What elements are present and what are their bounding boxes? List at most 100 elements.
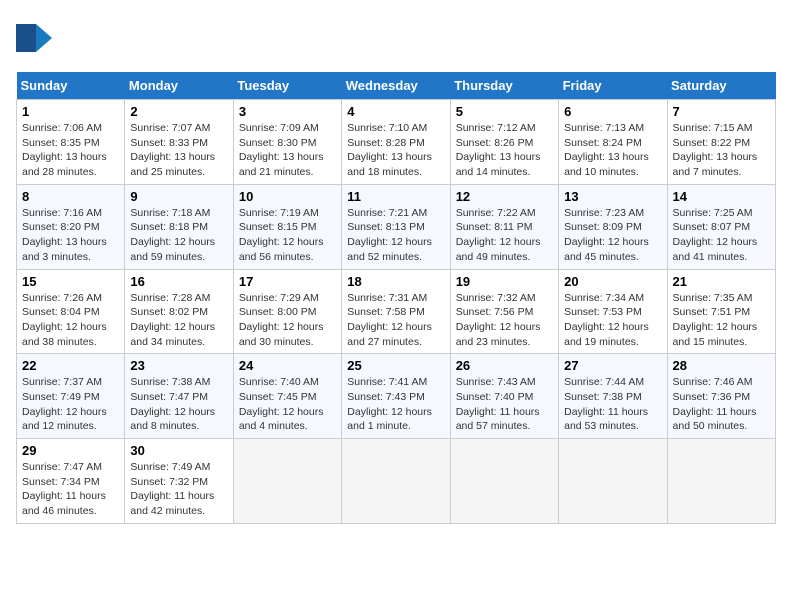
calendar-cell: 7 Sunrise: 7:15 AMSunset: 8:22 PMDaylight… [667, 100, 775, 185]
calendar-cell: 5 Sunrise: 7:12 AMSunset: 8:26 PMDaylight… [450, 100, 558, 185]
calendar-week-2: 8 Sunrise: 7:16 AMSunset: 8:20 PMDaylight… [17, 184, 776, 269]
calendar-cell: 21 Sunrise: 7:35 AMSunset: 7:51 PMDayligh… [667, 269, 775, 354]
day-info: Sunrise: 7:19 AMSunset: 8:15 PMDaylight:… [239, 206, 336, 265]
day-number: 29 [22, 443, 119, 458]
calendar-cell: 30Sunrise: 7:49 AMSunset: 7:32 PMDayligh… [125, 439, 233, 524]
day-number: 2 [130, 104, 227, 119]
day-number: 21 [673, 274, 770, 289]
day-info: Sunrise: 7:09 AMSunset: 8:30 PMDaylight:… [239, 121, 336, 180]
calendar-cell: 26 Sunrise: 7:43 AMSunset: 7:40 PMDayligh… [450, 354, 558, 439]
calendar-cell [559, 439, 667, 524]
day-info: Sunrise: 7:34 AMSunset: 7:53 PMDaylight:… [564, 291, 661, 350]
calendar-cell: 6Sunrise: 7:13 AMSunset: 8:24 PMDaylight… [559, 100, 667, 185]
calendar-cell: 29 Sunrise: 7:47 AMSunset: 7:34 PMDayligh… [17, 439, 125, 524]
day-number: 4 [347, 104, 444, 119]
day-number: 22 [22, 358, 119, 373]
calendar-cell: 25 Sunrise: 7:41 AMSunset: 7:43 PMDayligh… [342, 354, 450, 439]
day-info: Sunrise: 7:23 AMSunset: 8:09 PMDaylight:… [564, 206, 661, 265]
day-number: 8 [22, 189, 119, 204]
calendar-cell: 23 Sunrise: 7:38 AMSunset: 7:47 PMDayligh… [125, 354, 233, 439]
calendar-cell: 4 Sunrise: 7:10 AMSunset: 8:28 PMDaylight… [342, 100, 450, 185]
day-info: Sunrise: 7:10 AMSunset: 8:28 PMDaylight:… [347, 121, 444, 180]
day-number: 16 [130, 274, 227, 289]
page-header [16, 16, 776, 60]
day-number: 18 [347, 274, 444, 289]
day-number: 10 [239, 189, 336, 204]
weekday-header-thursday: Thursday [450, 72, 558, 100]
day-number: 14 [673, 189, 770, 204]
day-number: 6 [564, 104, 661, 119]
day-number: 11 [347, 189, 444, 204]
day-info: Sunrise: 7:49 AMSunset: 7:32 PMDaylight:… [130, 460, 227, 519]
calendar-week-5: 29 Sunrise: 7:47 AMSunset: 7:34 PMDayligh… [17, 439, 776, 524]
calendar-cell: 9Sunrise: 7:18 AMSunset: 8:18 PMDaylight… [125, 184, 233, 269]
calendar-cell [450, 439, 558, 524]
day-number: 7 [673, 104, 770, 119]
day-info: Sunrise: 7:31 AMSunset: 7:58 PMDaylight:… [347, 291, 444, 350]
day-number: 13 [564, 189, 661, 204]
logo-icon [16, 16, 52, 60]
calendar-week-4: 22 Sunrise: 7:37 AMSunset: 7:49 PMDayligh… [17, 354, 776, 439]
calendar-cell: 14 Sunrise: 7:25 AMSunset: 8:07 PMDayligh… [667, 184, 775, 269]
day-info: Sunrise: 7:47 AMSunset: 7:34 PMDaylight:… [22, 460, 119, 519]
calendar-cell: 20 Sunrise: 7:34 AMSunset: 7:53 PMDayligh… [559, 269, 667, 354]
day-info: Sunrise: 7:40 AMSunset: 7:45 PMDaylight:… [239, 375, 336, 434]
calendar-cell: 15 Sunrise: 7:26 AMSunset: 8:04 PMDayligh… [17, 269, 125, 354]
day-info: Sunrise: 7:22 AMSunset: 8:11 PMDaylight:… [456, 206, 553, 265]
day-info: Sunrise: 7:25 AMSunset: 8:07 PMDaylight:… [673, 206, 770, 265]
day-number: 17 [239, 274, 336, 289]
weekday-header-tuesday: Tuesday [233, 72, 341, 100]
calendar-cell: 22 Sunrise: 7:37 AMSunset: 7:49 PMDayligh… [17, 354, 125, 439]
calendar-cell [342, 439, 450, 524]
calendar-header-row: SundayMondayTuesdayWednesdayThursdayFrid… [17, 72, 776, 100]
day-number: 25 [347, 358, 444, 373]
day-number: 1 [22, 104, 119, 119]
day-info: Sunrise: 7:46 AMSunset: 7:36 PMDaylight:… [673, 375, 770, 434]
calendar-cell: 10 Sunrise: 7:19 AMSunset: 8:15 PMDayligh… [233, 184, 341, 269]
calendar-week-1: 1 Sunrise: 7:06 AMSunset: 8:35 PMDaylight… [17, 100, 776, 185]
day-info: Sunrise: 7:28 AMSunset: 8:02 PMDaylight:… [130, 291, 227, 350]
calendar-cell: 1 Sunrise: 7:06 AMSunset: 8:35 PMDaylight… [17, 100, 125, 185]
day-number: 27 [564, 358, 661, 373]
day-info: Sunrise: 7:12 AMSunset: 8:26 PMDaylight:… [456, 121, 553, 180]
day-number: 5 [456, 104, 553, 119]
weekday-header-sunday: Sunday [17, 72, 125, 100]
calendar-cell: 24Sunrise: 7:40 AMSunset: 7:45 PMDayligh… [233, 354, 341, 439]
day-info: Sunrise: 7:37 AMSunset: 7:49 PMDaylight:… [22, 375, 119, 434]
day-number: 15 [22, 274, 119, 289]
calendar-cell: 27 Sunrise: 7:44 AMSunset: 7:38 PMDayligh… [559, 354, 667, 439]
day-number: 9 [130, 189, 227, 204]
calendar-week-3: 15 Sunrise: 7:26 AMSunset: 8:04 PMDayligh… [17, 269, 776, 354]
day-number: 26 [456, 358, 553, 373]
calendar-cell: 3 Sunrise: 7:09 AMSunset: 8:30 PMDaylight… [233, 100, 341, 185]
weekday-header-saturday: Saturday [667, 72, 775, 100]
day-number: 20 [564, 274, 661, 289]
calendar-cell: 8 Sunrise: 7:16 AMSunset: 8:20 PMDaylight… [17, 184, 125, 269]
day-info: Sunrise: 7:43 AMSunset: 7:40 PMDaylight:… [456, 375, 553, 434]
day-info: Sunrise: 7:35 AMSunset: 7:51 PMDaylight:… [673, 291, 770, 350]
day-info: Sunrise: 7:29 AMSunset: 8:00 PMDaylight:… [239, 291, 336, 350]
weekday-header-wednesday: Wednesday [342, 72, 450, 100]
day-info: Sunrise: 7:38 AMSunset: 7:47 PMDaylight:… [130, 375, 227, 434]
calendar-cell: 28Sunrise: 7:46 AMSunset: 7:36 PMDayligh… [667, 354, 775, 439]
day-info: Sunrise: 7:15 AMSunset: 8:22 PMDaylight:… [673, 121, 770, 180]
day-number: 12 [456, 189, 553, 204]
calendar-cell [233, 439, 341, 524]
day-info: Sunrise: 7:16 AMSunset: 8:20 PMDaylight:… [22, 206, 119, 265]
calendar-table: SundayMondayTuesdayWednesdayThursdayFrid… [16, 72, 776, 524]
calendar-cell: 16 Sunrise: 7:28 AMSunset: 8:02 PMDayligh… [125, 269, 233, 354]
day-number: 23 [130, 358, 227, 373]
calendar-cell: 12 Sunrise: 7:22 AMSunset: 8:11 PMDayligh… [450, 184, 558, 269]
day-info: Sunrise: 7:44 AMSunset: 7:38 PMDaylight:… [564, 375, 661, 434]
calendar-cell: 19Sunrise: 7:32 AMSunset: 7:56 PMDayligh… [450, 269, 558, 354]
day-info: Sunrise: 7:06 AMSunset: 8:35 PMDaylight:… [22, 121, 119, 180]
calendar-cell [667, 439, 775, 524]
calendar-cell: 13 Sunrise: 7:23 AMSunset: 8:09 PMDayligh… [559, 184, 667, 269]
day-info: Sunrise: 7:21 AMSunset: 8:13 PMDaylight:… [347, 206, 444, 265]
day-info: Sunrise: 7:41 AMSunset: 7:43 PMDaylight:… [347, 375, 444, 434]
day-info: Sunrise: 7:32 AMSunset: 7:56 PMDaylight:… [456, 291, 553, 350]
day-info: Sunrise: 7:26 AMSunset: 8:04 PMDaylight:… [22, 291, 119, 350]
weekday-header-friday: Friday [559, 72, 667, 100]
calendar-cell: 17 Sunrise: 7:29 AMSunset: 8:00 PMDayligh… [233, 269, 341, 354]
day-number: 3 [239, 104, 336, 119]
